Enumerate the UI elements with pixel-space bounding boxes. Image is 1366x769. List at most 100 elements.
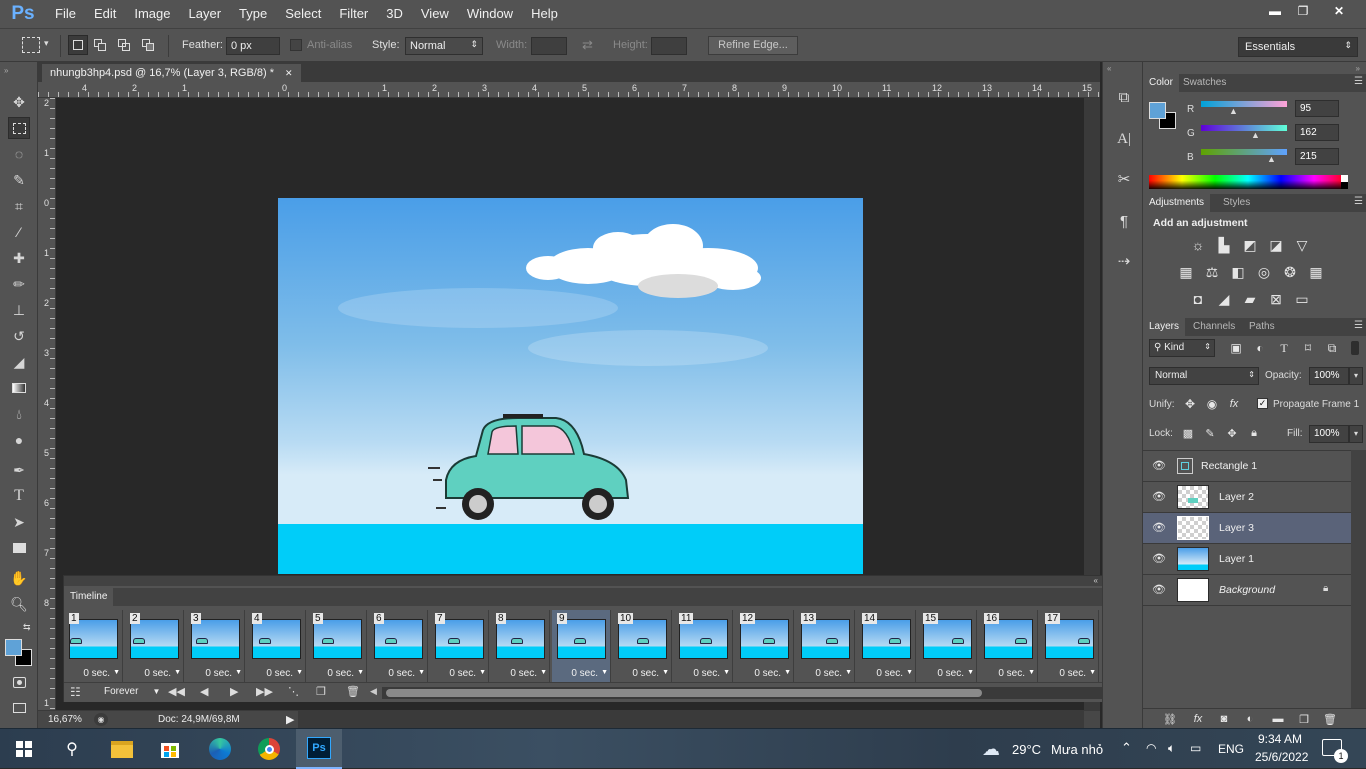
- tab-color[interactable]: Color: [1143, 74, 1179, 92]
- gradient-tool-icon[interactable]: [8, 377, 30, 399]
- g-value-field[interactable]: 162: [1295, 124, 1339, 141]
- frame-delay[interactable]: 0 sec.: [491, 668, 537, 679]
- timeline-frame[interactable]: 13 0 sec. ▼: [796, 610, 855, 682]
- new-selection-button[interactable]: [68, 35, 88, 55]
- delay-dropdown-icon[interactable]: ▼: [235, 669, 242, 676]
- menu-filter[interactable]: Filter: [330, 0, 377, 28]
- collapse-icon[interactable]: »: [4, 66, 8, 75]
- lock-position-icon[interactable]: ✥: [1223, 424, 1241, 442]
- hand-tool-icon[interactable]: ✋: [8, 567, 30, 589]
- frame-delay[interactable]: 0 sec.: [125, 668, 171, 679]
- style-select[interactable]: Normal ⇕: [405, 37, 483, 55]
- delete-frame-icon[interactable]: 🗑︎: [346, 685, 360, 698]
- layer-row[interactable]: 👁︎ Background 🔒︎: [1143, 575, 1351, 606]
- history-panel-icon[interactable]: ⧉: [1113, 86, 1135, 108]
- tab-styles[interactable]: Styles: [1217, 194, 1256, 212]
- document-tab[interactable]: nhungb3hp4.psd @ 16,7% (Layer 3, RGB/8) …: [42, 64, 301, 82]
- wifi-icon[interactable]: ◠: [1146, 741, 1156, 755]
- menu-type[interactable]: Type: [230, 0, 276, 28]
- channel-mixer-icon[interactable]: ❂: [1281, 263, 1299, 281]
- gradient-map-icon[interactable]: ▭: [1293, 290, 1311, 308]
- status-menu-arrow-icon[interactable]: ▶: [286, 713, 294, 726]
- convert-timeline-icon[interactable]: ☷: [70, 685, 81, 699]
- chevron-up-icon[interactable]: ⌃: [1121, 740, 1132, 756]
- collapse-icon[interactable]: «: [1107, 64, 1111, 73]
- delete-layer-icon[interactable]: 🗑︎: [1321, 710, 1339, 728]
- r-value-field[interactable]: 95: [1295, 100, 1339, 117]
- unify-style-icon[interactable]: fx: [1225, 395, 1243, 413]
- layer-row[interactable]: 👁︎ Layer 3: [1143, 513, 1351, 544]
- fill-field[interactable]: 100%: [1309, 425, 1349, 443]
- tool-presets-icon[interactable]: ✂: [1113, 168, 1135, 190]
- frame-delay[interactable]: 0 sec.: [1040, 668, 1086, 679]
- menu-file[interactable]: File: [46, 0, 85, 28]
- g-slider[interactable]: [1201, 125, 1287, 131]
- panel-menu-icon[interactable]: ☰: [1354, 76, 1363, 87]
- collapse-icon[interactable]: »: [1356, 64, 1360, 73]
- selective-color-icon[interactable]: ⊠: [1267, 290, 1285, 308]
- panel-menu-icon[interactable]: ☰: [1354, 320, 1363, 331]
- eraser-tool-icon[interactable]: ◢: [8, 351, 30, 373]
- layer-filter-select[interactable]: ⚲ Kind ⇕: [1149, 339, 1215, 357]
- screen-mode-icon[interactable]: [8, 697, 30, 719]
- frame-delay[interactable]: 0 sec.: [308, 668, 354, 679]
- lock-transparent-icon[interactable]: ▩: [1179, 424, 1197, 442]
- eye-icon[interactable]: 👁︎: [1152, 490, 1166, 503]
- color-balance-icon[interactable]: ⚖: [1203, 263, 1221, 281]
- new-layer-icon[interactable]: ❐: [1295, 710, 1313, 728]
- menu-layer[interactable]: Layer: [180, 0, 231, 28]
- swap-icon[interactable]: ⇄: [582, 37, 593, 53]
- filter-adjustment-icon[interactable]: ◐: [1251, 339, 1269, 357]
- delay-dropdown-icon[interactable]: ▼: [357, 669, 364, 676]
- fill-dropdown-icon[interactable]: ▾: [1349, 425, 1363, 443]
- timeline-frame[interactable]: 6 0 sec. ▼: [369, 610, 428, 682]
- timeline-frame[interactable]: 7 0 sec. ▼: [430, 610, 489, 682]
- delay-dropdown-icon[interactable]: ▼: [418, 669, 425, 676]
- windows-start-icon[interactable]: [10, 735, 38, 763]
- new-adjustment-layer-icon[interactable]: ◐: [1241, 710, 1259, 728]
- invert-icon[interactable]: ◘: [1189, 290, 1207, 308]
- r-slider[interactable]: [1201, 101, 1287, 107]
- filter-toggle[interactable]: [1351, 341, 1359, 355]
- clone-source-icon[interactable]: ⇢: [1113, 250, 1135, 272]
- delay-dropdown-icon[interactable]: ▼: [540, 669, 547, 676]
- frame-delay[interactable]: 0 sec.: [369, 668, 415, 679]
- frame-delay[interactable]: 0 sec.: [186, 668, 232, 679]
- lasso-tool-icon[interactable]: ◌: [8, 143, 30, 165]
- pen-tool-icon[interactable]: ✒: [8, 459, 30, 481]
- tween-icon[interactable]: ⋱: [288, 685, 299, 698]
- move-tool-icon[interactable]: ✥: [8, 91, 30, 113]
- frame-delay[interactable]: 0 sec.: [247, 668, 293, 679]
- hue-saturation-icon[interactable]: ▦: [1177, 263, 1195, 281]
- delay-dropdown-icon[interactable]: ▼: [723, 669, 730, 676]
- subtract-from-selection-button[interactable]: [116, 37, 134, 53]
- anti-alias-checkbox[interactable]: [290, 39, 302, 51]
- feather-input[interactable]: 0 px: [226, 37, 280, 55]
- horizontal-scrollbar[interactable]: [298, 711, 1084, 728]
- posterize-icon[interactable]: ◢: [1215, 290, 1233, 308]
- timeline-frame[interactable]: 16 0 sec. ▼: [979, 610, 1038, 682]
- zoom-tool-icon[interactable]: 🔍︎: [8, 593, 30, 615]
- menu-select[interactable]: Select: [276, 0, 330, 28]
- clock-date[interactable]: 25/6/2022: [1255, 750, 1308, 764]
- opacity-dropdown-icon[interactable]: ▾: [1349, 367, 1363, 385]
- photoshop-taskbar-button[interactable]: Ps: [296, 729, 342, 769]
- type-tool-icon[interactable]: T: [8, 485, 30, 507]
- timeline-frame[interactable]: 15 0 sec. ▼: [918, 610, 977, 682]
- chrome-browser-icon[interactable]: [255, 735, 283, 763]
- filter-smart-object-icon[interactable]: ⧉: [1323, 339, 1341, 357]
- delay-dropdown-icon[interactable]: ▼: [784, 669, 791, 676]
- foreground-color-swatch[interactable]: [1149, 102, 1166, 119]
- g-slider-handle[interactable]: ▲: [1251, 130, 1260, 140]
- volume-icon[interactable]: 🔈︎: [1168, 741, 1175, 756]
- color-spectrum-bar[interactable]: [1149, 175, 1347, 189]
- brush-tool-icon[interactable]: ✏: [8, 273, 30, 295]
- b-value-field[interactable]: 215: [1295, 148, 1339, 165]
- zoom-level[interactable]: 16,67%: [48, 714, 82, 725]
- timeline-frame[interactable]: 11 0 sec. ▼: [674, 610, 733, 682]
- timeline-frame[interactable]: 5 0 sec. ▼: [308, 610, 367, 682]
- scroll-left-icon[interactable]: ◀: [370, 686, 377, 697]
- filter-type-icon[interactable]: T: [1275, 339, 1293, 357]
- menu-help[interactable]: Help: [522, 0, 567, 28]
- quick-mask-icon[interactable]: [8, 671, 30, 693]
